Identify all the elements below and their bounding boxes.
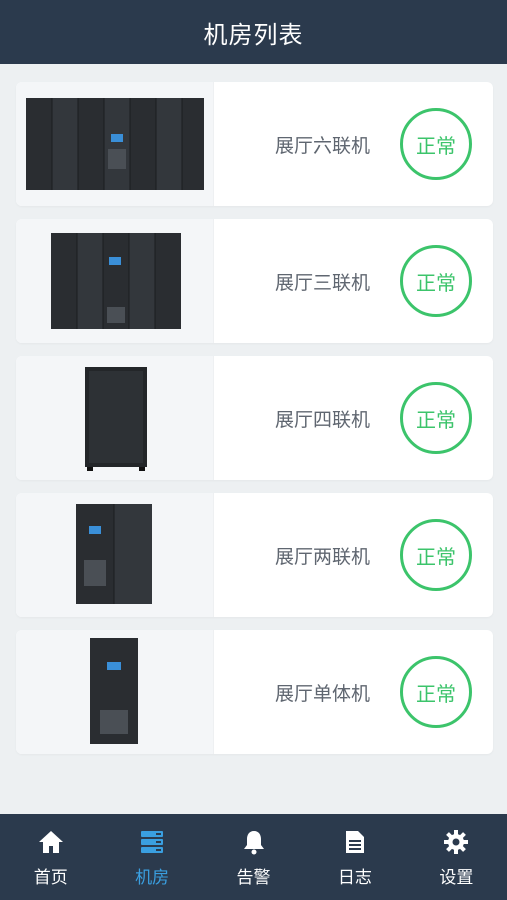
server-icon — [139, 827, 165, 857]
cabinet-single-image — [89, 638, 138, 744]
room-card-5[interactable]: 展厅单体机 正常 — [16, 630, 493, 754]
tab-room-label: 机房 — [135, 867, 170, 888]
home-icon — [37, 827, 65, 857]
tab-log[interactable]: 日志 — [304, 814, 405, 900]
bell-icon — [242, 827, 266, 857]
status-badge: 正常 — [400, 108, 472, 180]
room-name: 展厅四联机 — [274, 408, 370, 431]
status-badge: 正常 — [400, 519, 472, 591]
room-thumbnail — [16, 630, 214, 754]
cabinet-pair-image — [75, 504, 152, 604]
tab-room[interactable]: 机房 — [101, 814, 202, 900]
status-badge: 正常 — [400, 245, 472, 317]
room-name: 展厅三联机 — [274, 271, 370, 294]
room-thumbnail — [16, 493, 214, 617]
room-name: 展厅两联机 — [274, 545, 370, 568]
cabinet-row-image — [25, 98, 204, 190]
page-title: 机房列表 — [203, 20, 304, 49]
cabinet-row-image — [50, 233, 181, 329]
cabinet-image — [84, 367, 147, 471]
room-thumbnail — [16, 356, 214, 480]
room-name: 展厅六联机 — [274, 134, 370, 157]
tab-home-label: 首页 — [33, 867, 68, 888]
tab-alarm[interactable]: 告警 — [203, 814, 304, 900]
tab-home[interactable]: 首页 — [0, 814, 101, 900]
room-name: 展厅单体机 — [274, 682, 370, 705]
tab-settings-label: 设置 — [439, 867, 474, 888]
room-thumbnail — [16, 82, 214, 206]
tab-settings[interactable]: 设置 — [406, 814, 507, 900]
tab-log-label: 日志 — [337, 867, 372, 888]
room-card-4[interactable]: 展厅两联机 正常 — [16, 493, 493, 617]
document-icon — [344, 827, 366, 857]
page-header: 机房列表 — [0, 0, 507, 64]
room-card-3[interactable]: 展厅四联机 正常 — [16, 356, 493, 480]
room-thumbnail — [16, 219, 214, 343]
tab-alarm-label: 告警 — [236, 867, 271, 888]
status-badge: 正常 — [400, 382, 472, 454]
status-badge: 正常 — [400, 656, 472, 728]
room-list: 展厅六联机 正常 展厅三联机 正常 展厅四联机 正常 展厅两联机 正常 展厅单体… — [16, 82, 493, 767]
gear-icon — [443, 827, 469, 857]
room-card-2[interactable]: 展厅三联机 正常 — [16, 219, 493, 343]
bottom-tab-bar: 首页 机房 告警 日志 设置 — [0, 814, 507, 900]
room-card-1[interactable]: 展厅六联机 正常 — [16, 82, 493, 206]
